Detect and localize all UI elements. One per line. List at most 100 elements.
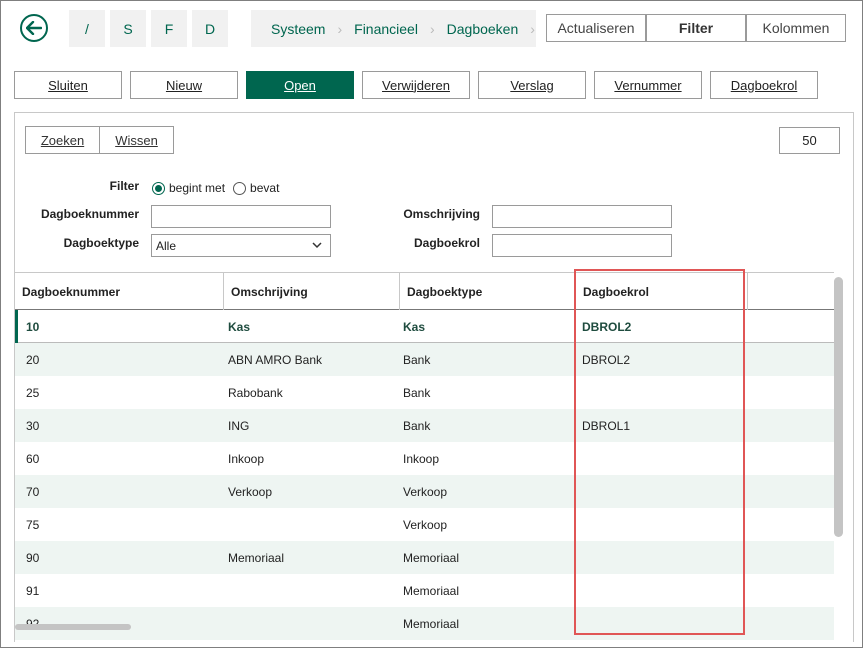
window: / S F D Systeem › Financieel › Dagboeken… [0,0,863,648]
table-row[interactable]: 90 Memoriaal Memoriaal [15,541,834,574]
renumber-button-label: Vernummer [614,77,682,93]
delete-button-label: Verwijderen [382,77,450,93]
cell-omschrijving: ING [228,418,250,433]
number-filter-input[interactable] [151,205,331,228]
quick-link-d[interactable]: D [192,10,228,47]
cell-type: Bank [403,418,431,433]
column-header-omschrijving[interactable]: Omschrijving [224,273,400,310]
journal-role-button[interactable]: Dagboekrol [710,71,818,99]
cell-rol: DBROL1 [582,418,631,433]
record-count-input[interactable]: 50 [779,127,840,154]
breadcrumb-financieel[interactable]: Financieel [354,21,418,37]
cell-nummer: 20 [26,352,40,367]
breadcrumb-systeem[interactable]: Systeem [271,21,325,37]
table-row[interactable]: 20 ABN AMRO Bank Bank DBROL2 [15,343,834,376]
cell-nummer: 70 [26,484,40,499]
cell-nummer: 91 [26,583,40,598]
quick-link-slash[interactable]: / [69,10,105,47]
table-row[interactable]: 60 Inkoop Inkoop [15,442,834,475]
table-row[interactable]: 10 Kas Kas DBROL2 [15,310,834,343]
chevron-down-icon [312,242,322,249]
radio-starts-with[interactable] [152,181,165,195]
type-filter-value: Alle [156,238,177,253]
cell-nummer: 60 [26,451,40,466]
breadcrumb-dagboeken[interactable]: Dagboeken [447,21,519,37]
cell-nummer: 30 [26,418,40,433]
filter-button[interactable]: Filter [646,14,746,42]
report-button-label: Verslag [510,77,554,93]
close-button-label: Sluiten [48,77,88,93]
cell-nummer: 25 [26,385,40,400]
cell-omschrijving: Kas [228,319,251,334]
clear-button[interactable]: Wissen [99,126,174,154]
cell-nummer: 75 [26,517,40,532]
new-button[interactable]: Nieuw [130,71,238,99]
filter-label: Filter [109,179,139,193]
description-filter-label: Omschrijving [403,207,480,221]
column-header-dagboekrol[interactable]: Dagboekrol [576,273,748,310]
search-button-label: Zoeken [40,132,85,148]
table-row[interactable]: 91 Memoriaal [15,574,834,607]
cell-type: Bank [403,352,431,367]
table-row[interactable]: 75 Verkoop [15,508,834,541]
cell-rol: DBROL2 [582,319,632,334]
description-filter-input[interactable] [492,205,672,228]
open-button[interactable]: Open [246,71,354,99]
cell-type: Kas [403,319,426,334]
column-header-dagboeknummer[interactable]: Dagboeknummer [15,273,224,310]
cell-omschrijving: ABN AMRO Bank [228,352,323,367]
quick-link-s[interactable]: S [110,10,146,47]
journal-list-panel: Zoeken Wissen 50 Filter begint met bevat… [14,112,854,642]
role-filter-input[interactable] [492,234,672,257]
radio-starts-with-label[interactable]: begint met [169,181,225,195]
cell-omschrijving: Memoriaal [228,550,285,565]
chevron-right-icon: › [429,20,435,37]
cell-nummer: 10 [26,319,40,334]
horizontal-scrollbar[interactable] [15,624,131,630]
cell-type: Memoriaal [403,550,460,565]
columns-button[interactable]: Kolommen [746,14,846,42]
filter-mode-radio-group: begint met bevat [152,181,287,195]
table-row[interactable]: 30 ING Bank DBROL1 [15,409,834,442]
chevron-right-icon: › [337,20,343,37]
cell-nummer: 90 [26,550,40,565]
new-button-label: Nieuw [165,77,203,93]
cell-type: Inkoop [403,451,440,466]
type-filter-select[interactable]: Alle [151,234,331,257]
table-row[interactable]: 70 Verkoop Verkoop [15,475,834,508]
vertical-scrollbar[interactable] [834,277,843,537]
journal-role-button-label: Dagboekrol [730,77,798,93]
column-header-dagboektype[interactable]: Dagboektype [400,273,576,310]
open-button-label: Open [284,77,316,93]
cell-type: Bank [403,385,431,400]
cell-type: Verkoop [403,517,448,532]
back-button[interactable] [20,14,48,42]
chevron-right-icon: › [530,20,535,37]
arrow-left-icon [26,21,42,35]
clear-button-label: Wissen [115,132,158,148]
number-filter-label: Dagboeknummer [40,207,139,221]
quick-link-f[interactable]: F [151,10,187,47]
radio-contains-label[interactable]: bevat [250,181,279,195]
cell-omschrijving: Verkoop [228,484,273,499]
delete-button[interactable]: Verwijderen [362,71,470,99]
table-header: Dagboeknummer Omschrijving Dagboektype D… [15,272,834,310]
role-filter-label: Dagboekrol [413,236,480,250]
table-row[interactable]: 92 Memoriaal [15,607,834,640]
report-button[interactable]: Verslag [478,71,586,99]
breadcrumb: Systeem › Financieel › Dagboeken › [251,10,536,47]
renumber-button[interactable]: Vernummer [594,71,702,99]
table-body: 10 Kas Kas DBROL2 20 ABN AMRO Bank Bank … [15,310,834,640]
table-row[interactable]: 25 Rabobank Bank [15,376,834,409]
cell-omschrijving: Rabobank [228,385,283,400]
cell-type: Memoriaal [403,583,460,598]
search-button[interactable]: Zoeken [25,126,100,154]
cell-type: Memoriaal [403,616,460,631]
cell-rol: DBROL2 [582,352,631,367]
radio-contains[interactable] [233,181,247,195]
cell-type: Verkoop [403,484,448,499]
close-button[interactable]: Sluiten [14,71,122,99]
refresh-button[interactable]: Actualiseren [546,14,646,42]
cell-omschrijving: Inkoop [228,451,265,466]
type-filter-label: Dagboektype [63,236,139,250]
